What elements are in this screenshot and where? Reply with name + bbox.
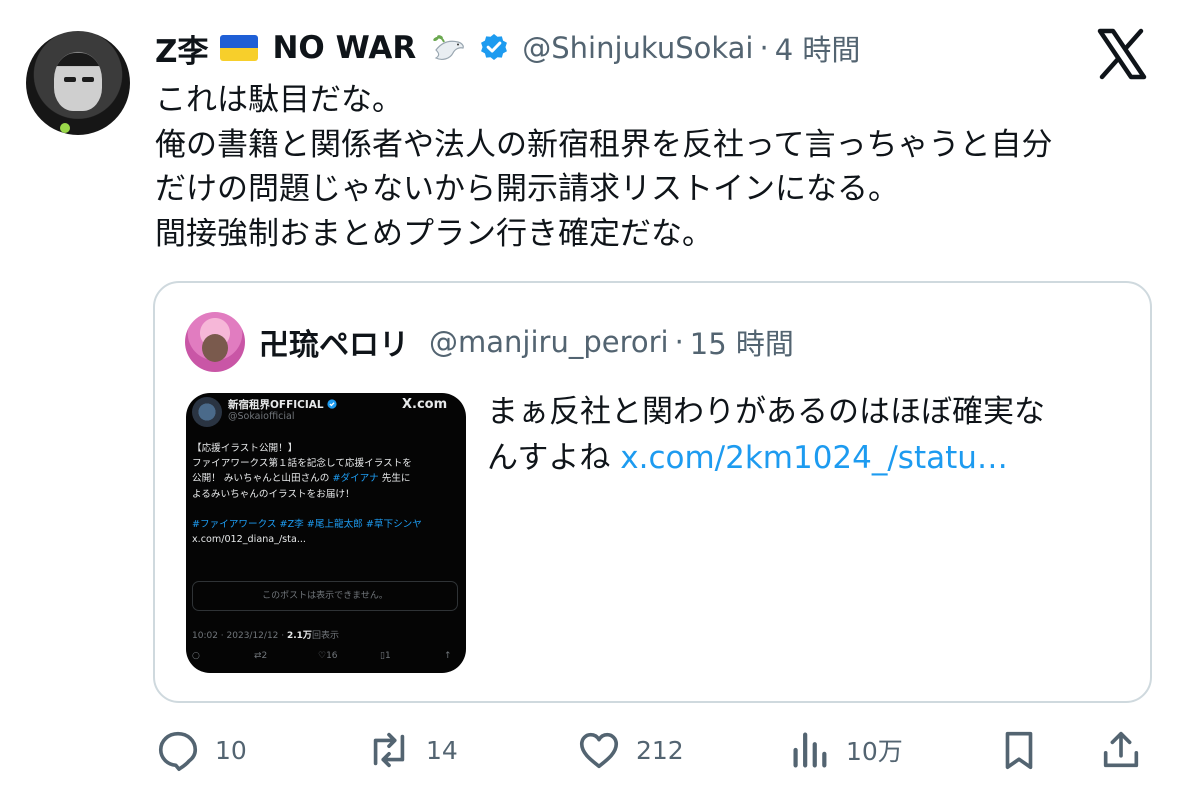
quoted-post-header: 卍琉ペロリ @manjiru_perori · 15 時間 [259, 319, 794, 365]
dove-emoji-icon [433, 35, 465, 60]
embedded-hashtags: #ファイアワークス #Z李 #尾上龍太郎 #草下シンヤ [192, 518, 422, 530]
bookmark-button[interactable] [996, 720, 1042, 780]
quoted-post-time: 15 時間 [689, 327, 794, 361]
reply-button[interactable]: 10 [155, 720, 247, 780]
repost-icon [373, 732, 405, 768]
avatar-eye [82, 77, 94, 82]
embedded-text-line: よるみいちゃんのイラストをお届け！ [192, 488, 355, 500]
quoted-author-avatar [185, 312, 245, 372]
views-count: 10万 [846, 737, 903, 766]
separator-dot: · [759, 31, 769, 65]
avatar-face [54, 53, 102, 111]
embedded-text-line: 【応援イラスト公開！】 [192, 443, 298, 454]
embedded-text: 【応援イラスト公開！】 ファイアワークス第１話を記念して応援イラストを 公開！ … [192, 441, 464, 547]
embedded-avatar [192, 397, 222, 427]
views-button[interactable]: 10万 [786, 720, 903, 780]
like-button[interactable]: 212 [576, 720, 684, 780]
ukraine-flag-icon [220, 35, 259, 61]
quoted-post-link[interactable]: x.com/2km1024_/statu… [620, 440, 1008, 476]
quoted-text-prefix: んすよね [487, 440, 611, 476]
verified-badge-icon [481, 34, 508, 60]
embedded-meta: 10:02 · 2023/12/12 · 2.1万回表示 [192, 631, 339, 641]
embedded-link: x.com/012_diana_/sta... [192, 534, 306, 546]
verified-badge-icon [327, 399, 337, 409]
share-button[interactable] [1098, 720, 1144, 780]
quoted-text-line: まぁ反社と関わりがあるのはほぼ確実な [487, 394, 1045, 430]
embedded-brand: X.com [402, 397, 448, 412]
author-display-name[interactable]: Z李 [155, 26, 208, 71]
quoted-post-card[interactable]: 卍琉ペロリ @manjiru_perori · 15 時間 新宿租界OFFICI… [153, 281, 1152, 703]
quoted-post-text: まぁ反社と関わりがあるのはほぼ確実な んすよね x.com/2km1024_/s… [487, 389, 1127, 481]
reply-icon: ○ [192, 651, 200, 661]
like-count: 212 [636, 735, 684, 765]
repost-count: 14 [426, 735, 458, 765]
separator-dot: · [674, 325, 684, 359]
quoted-handle: @manjiru_perori [429, 325, 669, 359]
author-display-name-suffix[interactable]: NO WAR [272, 30, 416, 66]
quoted-display-name: 卍琉ペロリ [259, 328, 409, 363]
embedded-retweets: ⇄ 2 [254, 651, 268, 661]
share-icon: ↑ [444, 651, 452, 661]
post-header: Z李 NO WAR @ShinjukuSokai · 4 時間 [155, 24, 860, 72]
avatar-eye [64, 77, 76, 82]
embedded-text-line: ファイアワークス第１話を記念して応援イラストを [192, 458, 412, 470]
post-time[interactable]: 4 時間 [775, 27, 861, 69]
author-handle[interactable]: @ShinjukuSokai [522, 31, 753, 65]
embedded-handle: @Sokaiofficial [228, 411, 295, 422]
x-logo-icon [1097, 28, 1147, 80]
post-text: これは駄目だな。 俺の書籍と関係者や法人の新宿租界を反社って言っちゃうと自分 だ… [155, 78, 1155, 256]
post-text-line: 俺の書籍と関係者や法人の新宿租界を反社って言っちゃうと自分 [155, 126, 1053, 163]
quoted-media-screenshot[interactable]: 新宿租界OFFICIAL @Sokaiofficial X.com 【応援イラス… [186, 393, 466, 673]
post-text-line: だけの問題じゃないから開示請求リストインになる。 [155, 171, 899, 207]
post-action-bar: 10 14 212 10万 [0, 720, 1179, 780]
embedded-unavailable-box: このポストは表示できません。 [192, 581, 458, 611]
share-icon [1103, 731, 1139, 768]
embedded-text-line: 公開！ みいちゃんと山田さんの #ダイアナ 先生に [192, 473, 411, 485]
views-icon [793, 732, 827, 768]
heart-icon [579, 732, 619, 769]
author-avatar[interactable] [26, 31, 130, 135]
post-text-line: 間接強制おまとめプラン行き確定だな。 [155, 215, 713, 252]
repost-button[interactable]: 14 [366, 720, 458, 780]
post-text-line: これは駄目だな。 [155, 82, 403, 118]
reply-icon [158, 731, 198, 771]
avatar-glow [60, 123, 70, 133]
embedded-likes: ♡ 16 [318, 651, 338, 661]
avatar-face [202, 334, 228, 362]
embedded-display-name: 新宿租界OFFICIAL [228, 397, 337, 412]
reply-count: 10 [215, 735, 247, 765]
embedded-bookmarks: ▯ 1 [380, 651, 391, 661]
bookmark-icon [1005, 731, 1033, 770]
quoted-text-line: んすよね x.com/2km1024_/statu… [487, 435, 1127, 481]
